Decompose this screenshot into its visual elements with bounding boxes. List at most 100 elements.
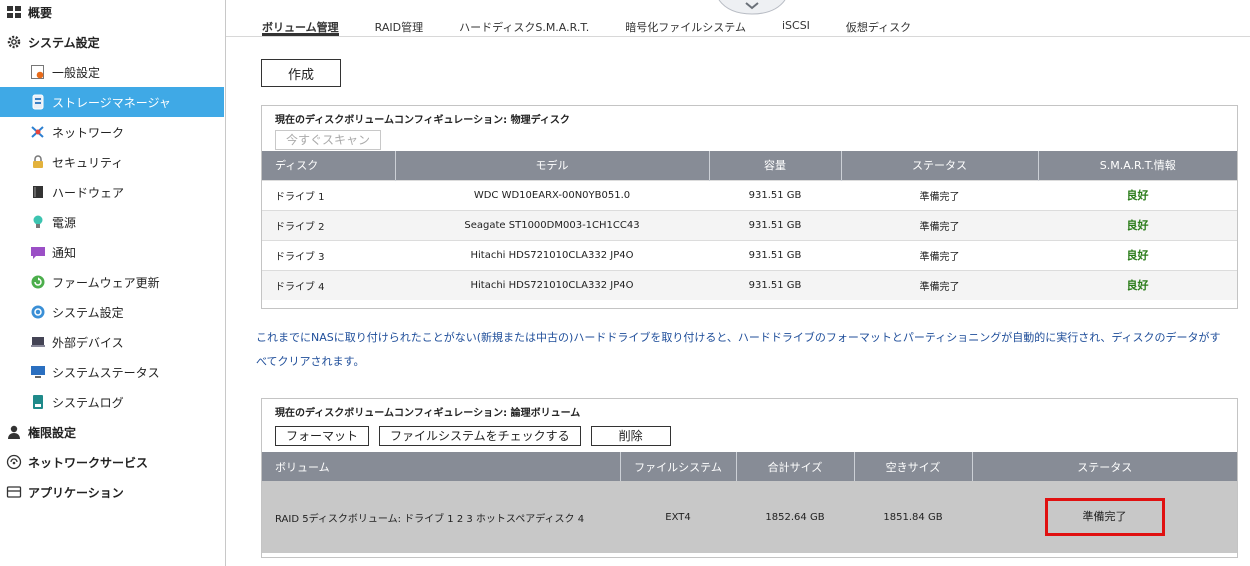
tab-encrypted-file-system[interactable]: 暗号化ファイルシステム (625, 14, 746, 36)
system-settings-icon (30, 304, 46, 320)
model-cell: Hitachi HDS721010CLA332 JP4O (395, 239, 709, 270)
sidebar-item-label: システム設定 (28, 35, 100, 50)
check-file-system-button[interactable]: ファイルシステムをチェックする (379, 425, 581, 446)
tab-hdd-smart[interactable]: ハードディスクS.M.A.R.T. (459, 14, 589, 36)
format-button[interactable]: フォーマット (275, 425, 370, 446)
capacity-cell: 931.51 GB (709, 209, 841, 240)
column-header-disk[interactable]: ディスク (262, 151, 395, 180)
sidebar-item-label: ネットワークサービス (28, 455, 149, 470)
delete-button[interactable]: 削除 (590, 425, 671, 446)
external-device-icon (30, 334, 46, 350)
column-header-status[interactable]: ステータス (840, 151, 1038, 180)
sidebar-item-label: アプリケーション (28, 485, 124, 500)
sidebar-item-hardware[interactable]: ハードウェア (0, 177, 224, 207)
sidebar-item-label: 権限設定 (28, 425, 77, 440)
file-system-cell: EXT4 (620, 481, 736, 553)
sidebar-item-system-status[interactable]: システムステータス (0, 357, 224, 387)
table-row[interactable]: RAID 5ディスクボリューム: ドライブ 1 2 3 ホットスペアディスク 4… (262, 481, 1237, 553)
tab-bar: ボリューム管理 RAID管理 ハードディスクS.M.A.R.T. 暗号化ファイル… (262, 14, 947, 36)
monitor-icon (30, 364, 46, 380)
table-header-row: ボリューム ファイルシステム 合計サイズ 空きサイズ ステータス (262, 452, 1237, 481)
status-cell: 準備完了 (841, 209, 1038, 240)
column-header-smart[interactable]: S.M.A.R.T.情報 (1037, 151, 1237, 180)
table-header-row: ディスク モデル 容量 ステータス S.M.A.R.T.情報 (262, 151, 1237, 180)
physical-disks-panel: 現在のディスクボリュームコンフィギュレーション: 物理ディスク 今すぐスキャン … (261, 105, 1238, 309)
smart-status-link[interactable]: 良好 (1038, 269, 1237, 300)
sidebar: 概要 システム設定 一般設定 ストレージマネージャ ネットワーク セキュリティ … (0, 0, 226, 566)
applications-icon (6, 484, 22, 500)
network-icon (30, 124, 46, 140)
status-cell: 準備完了 (841, 179, 1038, 210)
logical-volumes-table: ボリューム ファイルシステム 合計サイズ 空きサイズ ステータス RAID 5デ… (262, 452, 1237, 553)
capacity-cell: 931.51 GB (709, 269, 841, 300)
sidebar-item-general-settings[interactable]: 一般設定 (0, 57, 224, 87)
model-cell: WDC WD10EARX-00N0YB051.0 (395, 179, 709, 210)
disk-cell: ドライブ 2 (262, 209, 395, 240)
column-header-file-system[interactable]: ファイルシステム (619, 452, 736, 481)
smart-status-link[interactable]: 良好 (1038, 209, 1237, 240)
scan-now-button[interactable]: 今すぐスキャン (275, 129, 382, 150)
column-header-capacity[interactable]: 容量 (708, 151, 841, 180)
disk-cell: ドライブ 4 (262, 269, 395, 300)
sidebar-item-notification[interactable]: 通知 (0, 237, 224, 267)
sidebar-item-label: ネットワーク (52, 125, 125, 140)
sidebar-item-power[interactable]: 電源 (0, 207, 224, 237)
storage-manager-screen: 概要 システム設定 一般設定 ストレージマネージャ ネットワーク セキュリティ … (0, 0, 1250, 566)
sidebar-item-label: 電源 (52, 215, 77, 230)
column-header-model[interactable]: モデル (394, 151, 709, 180)
sidebar-item-label: 一般設定 (52, 65, 101, 80)
total-size-cell: 1852.64 GB (736, 481, 854, 553)
create-button[interactable]: 作成 (261, 59, 341, 87)
disk-cell: ドライブ 1 (262, 179, 395, 210)
physical-disks-title: 現在のディスクボリュームコンフィギュレーション: 物理ディスク (275, 115, 570, 126)
sidebar-item-overview[interactable]: 概要 (0, 0, 224, 27)
sidebar-item-external-device[interactable]: 外部デバイス (0, 327, 224, 357)
tab-iscsi[interactable]: iSCSI (782, 14, 810, 36)
table-row[interactable]: ドライブ 2 Seagate ST1000DM003-1CH1CC43 931.… (262, 209, 1237, 240)
sidebar-item-network[interactable]: ネットワーク (0, 117, 224, 147)
logical-volumes-title: 現在のディスクボリュームコンフィギュレーション: 論理ボリューム (275, 408, 581, 419)
sidebar-item-label: ストレージマネージャ (52, 95, 171, 110)
column-header-free-size[interactable]: 空きサイズ (853, 452, 972, 481)
table-row[interactable]: ドライブ 1 WDC WD10EARX-00N0YB051.0 931.51 G… (262, 179, 1237, 210)
sidebar-item-label: 通知 (52, 245, 77, 260)
sidebar-item-security[interactable]: セキュリティ (0, 147, 224, 177)
sidebar-item-system-log[interactable]: システムログ (0, 387, 224, 417)
sidebar-item-firmware-update[interactable]: ファームウェア更新 (0, 267, 224, 297)
sidebar-item-label: セキュリティ (52, 155, 124, 170)
tab-raid-management[interactable]: RAID管理 (375, 14, 423, 36)
logical-volumes-panel: 現在のディスクボリュームコンフィギュレーション: 論理ボリューム フォーマット … (261, 398, 1238, 558)
column-header-volume[interactable]: ボリューム (262, 452, 620, 481)
sidebar-item-network-services[interactable]: ネットワークサービス (0, 447, 224, 477)
lock-icon (30, 154, 46, 170)
capacity-cell: 931.51 GB (709, 179, 841, 210)
column-header-total-size[interactable]: 合計サイズ (735, 452, 854, 481)
smart-status-link[interactable]: 良好 (1038, 239, 1237, 270)
highlighted-status-badge: 準備完了 (1044, 498, 1165, 536)
general-settings-icon (30, 64, 46, 80)
tab-virtual-disk[interactable]: 仮想ディスク (846, 14, 911, 36)
capacity-cell: 931.51 GB (709, 239, 841, 270)
tab-volume-management[interactable]: ボリューム管理 (262, 14, 339, 36)
physical-disks-table: ディスク モデル 容量 ステータス S.M.A.R.T.情報 ドライブ 1 WD… (262, 151, 1237, 300)
sidebar-item-label: 外部デバイス (52, 335, 124, 350)
grid-icon (6, 4, 22, 20)
sidebar-item-storage-manager[interactable]: ストレージマネージャ (0, 87, 224, 117)
sidebar-item-system-settings-sub[interactable]: システム設定 (0, 297, 224, 327)
sidebar-item-applications[interactable]: アプリケーション (0, 477, 224, 507)
free-size-cell: 1851.84 GB (854, 481, 972, 553)
column-header-volume-status[interactable]: ステータス (971, 452, 1237, 481)
sidebar-item-system-settings[interactable]: システム設定 (0, 27, 224, 57)
gear-icon (6, 34, 22, 50)
storage-icon (30, 94, 46, 110)
sidebar-item-privilege-settings[interactable]: 権限設定 (0, 417, 224, 447)
network-service-icon (6, 454, 22, 470)
model-cell: Seagate ST1000DM003-1CH1CC43 (395, 209, 709, 240)
smart-status-link[interactable]: 良好 (1038, 179, 1237, 210)
table-row[interactable]: ドライブ 4 Hitachi HDS721010CLA332 JP4O 931.… (262, 269, 1237, 300)
power-bulb-icon (30, 214, 46, 230)
sidebar-item-label: システム設定 (52, 305, 124, 320)
model-cell: Hitachi HDS721010CLA332 JP4O (395, 269, 709, 300)
volume-status-cell: 準備完了 (972, 481, 1237, 553)
table-row[interactable]: ドライブ 3 Hitachi HDS721010CLA332 JP4O 931.… (262, 239, 1237, 270)
